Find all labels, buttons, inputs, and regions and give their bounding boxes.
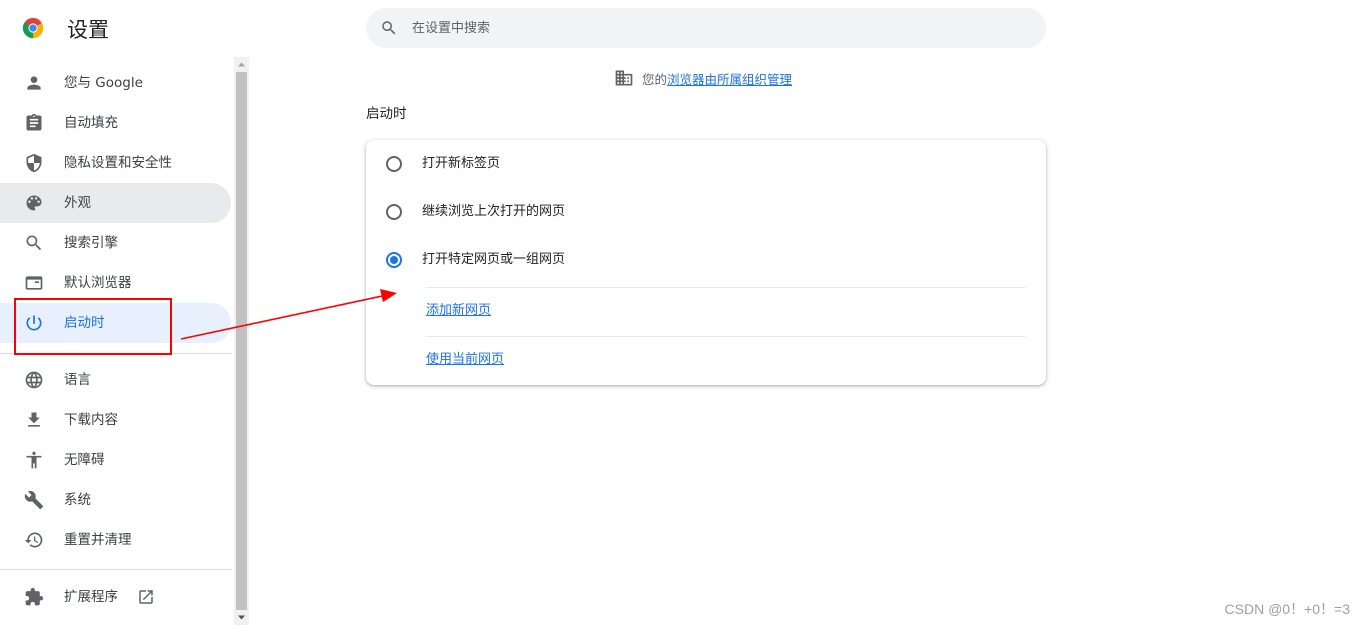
search-box[interactable] <box>366 8 1046 48</box>
search-icon <box>382 21 396 35</box>
sidebar-divider <box>0 569 232 570</box>
sidebar-scrollbar[interactable] <box>234 57 249 625</box>
accessibility-icon <box>26 451 42 469</box>
card-divider <box>426 287 1026 288</box>
managed-notice: 您的 浏览器由所属组织管理 <box>614 68 792 88</box>
startup-option-specific-pages[interactable]: 打开特定网页或一组网页 <box>366 236 1046 284</box>
sidebar-item-label: 启动时 <box>64 315 105 331</box>
browser-icon <box>25 276 43 290</box>
sidebar-item-label: 您与 Google <box>64 75 143 91</box>
startup-options-card: 打开新标签页 继续浏览上次打开的网页 打开特定网页或一组网页 添加新网页 使用当… <box>366 140 1046 385</box>
radio-button[interactable] <box>386 156 402 172</box>
page-title: 设置 <box>67 18 109 42</box>
radio-label: 打开特定网页或一组网页 <box>422 252 566 267</box>
sidebar-item-on-startup[interactable]: 启动时 <box>0 303 231 343</box>
sidebar-item-label: 无障碍 <box>64 452 105 468</box>
sidebar-item-label: 自动填充 <box>64 115 118 131</box>
sidebar-item-label: 语言 <box>64 372 91 388</box>
shield-icon <box>26 153 42 173</box>
radio-label: 打开新标签页 <box>422 156 501 171</box>
sidebar-item-autofill[interactable]: 自动填充 <box>0 103 231 143</box>
puzzle-icon <box>25 587 44 606</box>
sidebar-item-label: 下载内容 <box>64 412 118 428</box>
sidebar: 您与 Google 自动填充 隐私设置和安全性 外观 搜索引擎 默认浏览器 启动… <box>0 57 234 625</box>
power-icon <box>26 315 42 331</box>
sidebar-item-label: 隐私设置和安全性 <box>64 155 172 171</box>
sidebar-item-extensions[interactable]: 扩展程序 <box>0 577 231 617</box>
clipboard-icon <box>26 113 42 131</box>
scroll-up-arrow-icon[interactable] <box>234 57 249 72</box>
use-current-pages-link[interactable]: 使用当前网页 <box>426 350 504 370</box>
sidebar-item-default-browser[interactable]: 默认浏览器 <box>0 263 231 303</box>
add-new-page-link[interactable]: 添加新网页 <box>426 301 491 321</box>
sidebar-item-accessibility[interactable]: 无障碍 <box>0 440 231 480</box>
sidebar-item-downloads[interactable]: 下载内容 <box>0 400 231 440</box>
sidebar-item-label: 默认浏览器 <box>64 275 132 291</box>
open-in-new-icon <box>139 590 153 604</box>
wrench-icon <box>24 490 44 510</box>
sidebar-item-privacy[interactable]: 隐私设置和安全性 <box>0 143 231 183</box>
startup-option-new-tab[interactable]: 打开新标签页 <box>366 140 1046 188</box>
sidebar-item-label: 扩展程序 <box>64 589 118 605</box>
card-divider <box>426 336 1026 337</box>
radio-button-checked[interactable] <box>386 252 402 268</box>
startup-option-continue[interactable]: 继续浏览上次打开的网页 <box>366 188 1046 236</box>
search-icon <box>26 235 42 251</box>
sidebar-item-reset[interactable]: 重置并清理 <box>0 520 231 560</box>
sidebar-item-label: 重置并清理 <box>64 532 132 548</box>
sidebar-item-system[interactable]: 系统 <box>0 480 231 520</box>
section-title: 启动时 <box>366 106 407 122</box>
watermark: CSDN @0！+0！=3 <box>1224 601 1350 617</box>
radio-label: 继续浏览上次打开的网页 <box>422 204 566 219</box>
sidebar-item-appearance[interactable]: 外观 <box>0 183 231 223</box>
search-input[interactable] <box>412 8 1012 48</box>
download-icon <box>28 412 40 427</box>
sidebar-item-label: 搜索引擎 <box>64 235 118 251</box>
sidebar-item-languages[interactable]: 语言 <box>0 360 231 400</box>
sidebar-item-search-engine[interactable]: 搜索引擎 <box>0 223 231 263</box>
person-icon <box>27 76 41 90</box>
chrome-logo-icon <box>22 17 44 39</box>
palette-icon <box>26 195 42 211</box>
restore-icon <box>24 532 43 548</box>
scrollbar-thumb[interactable] <box>236 72 247 610</box>
sidebar-item-label: 系统 <box>64 492 91 508</box>
sidebar-item-label: 外观 <box>64 195 91 211</box>
sidebar-divider <box>0 353 232 354</box>
managed-prefix: 您的 <box>642 71 668 87</box>
sidebar-item-you-and-google[interactable]: 您与 Google <box>0 63 231 103</box>
radio-button[interactable] <box>386 204 402 220</box>
managed-link[interactable]: 浏览器由所属组织管理 <box>667 69 792 88</box>
building-icon <box>615 70 633 86</box>
globe-icon <box>25 371 43 389</box>
scroll-down-arrow-icon[interactable] <box>234 610 249 625</box>
